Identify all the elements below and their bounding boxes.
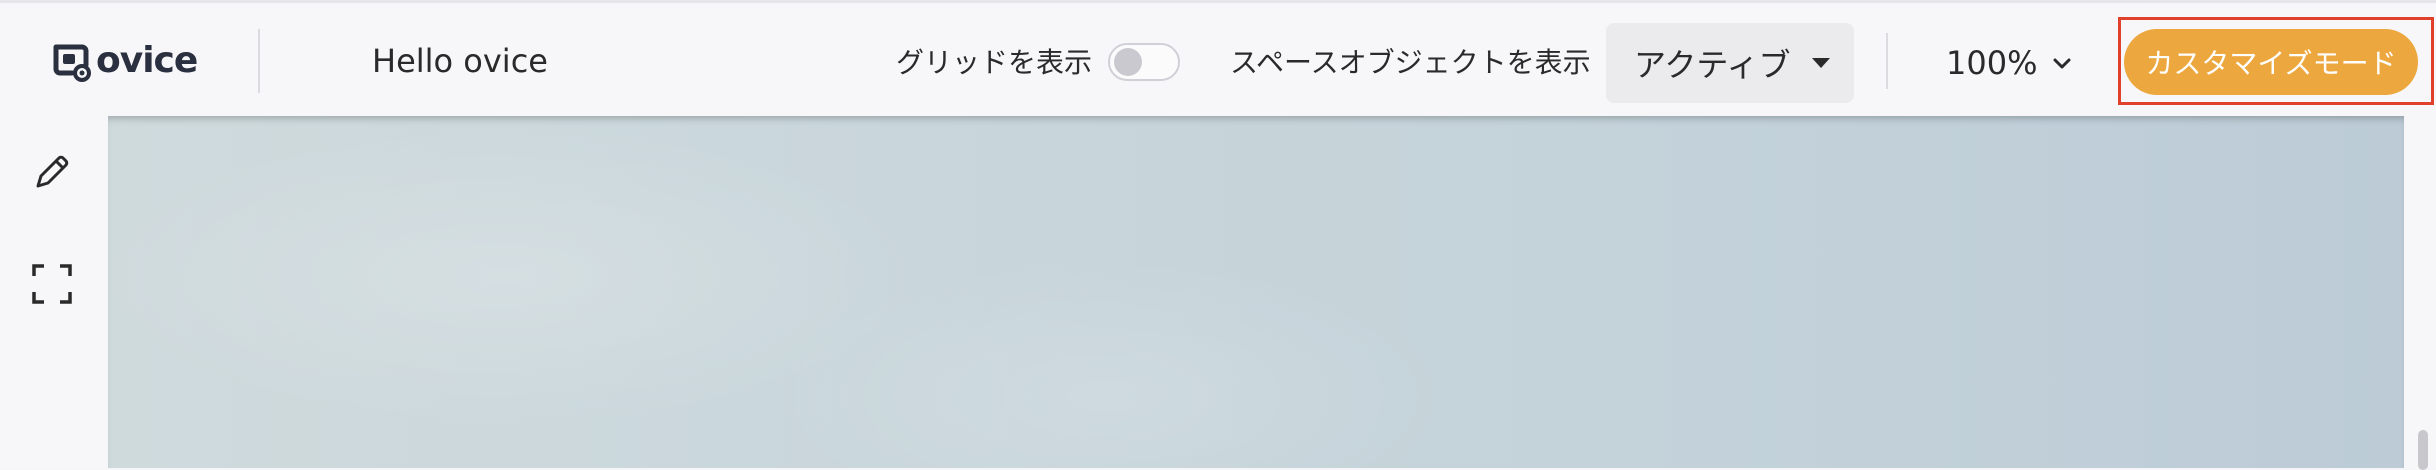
header-divider	[258, 29, 260, 93]
workspace-name: Hello ovice	[372, 42, 548, 80]
grid-toggle[interactable]	[1108, 43, 1180, 81]
caret-down-icon	[1812, 58, 1831, 68]
top-toolbar: ovice Hello ovice グリッドを表示 スペースオブジェクトを表示 …	[0, 0, 2436, 116]
space-objects-label: スペースオブジェクトを表示	[1230, 46, 1591, 79]
edit-button[interactable]	[26, 146, 78, 198]
logo-icon	[53, 44, 91, 82]
grid-toggle-label: グリッドを表示	[896, 46, 1093, 79]
ovice-logo[interactable]: ovice	[50, 39, 198, 83]
fullscreen-icon	[32, 264, 72, 304]
side-rail	[0, 116, 108, 468]
status-dropdown[interactable]: アクティブ	[1606, 23, 1854, 103]
scrollbar-thumb[interactable]	[2418, 430, 2428, 470]
status-selected-value: アクティブ	[1634, 46, 1791, 84]
vertical-scrollbar[interactable]	[2404, 116, 2436, 470]
logo-text: ovice	[96, 40, 198, 81]
customize-mode-button[interactable]: カスタマイズモード	[2124, 29, 2418, 95]
pencil-icon	[36, 155, 69, 188]
toggle-knob	[1114, 48, 1142, 76]
chevron-down-icon	[2053, 58, 2071, 69]
zoom-divider	[1886, 33, 1888, 89]
fullscreen-button[interactable]	[26, 258, 78, 310]
zoom-dropdown[interactable]: 100%	[1946, 41, 2073, 85]
zoom-level: 100%	[1946, 44, 2038, 82]
space-canvas[interactable]	[108, 116, 2404, 468]
